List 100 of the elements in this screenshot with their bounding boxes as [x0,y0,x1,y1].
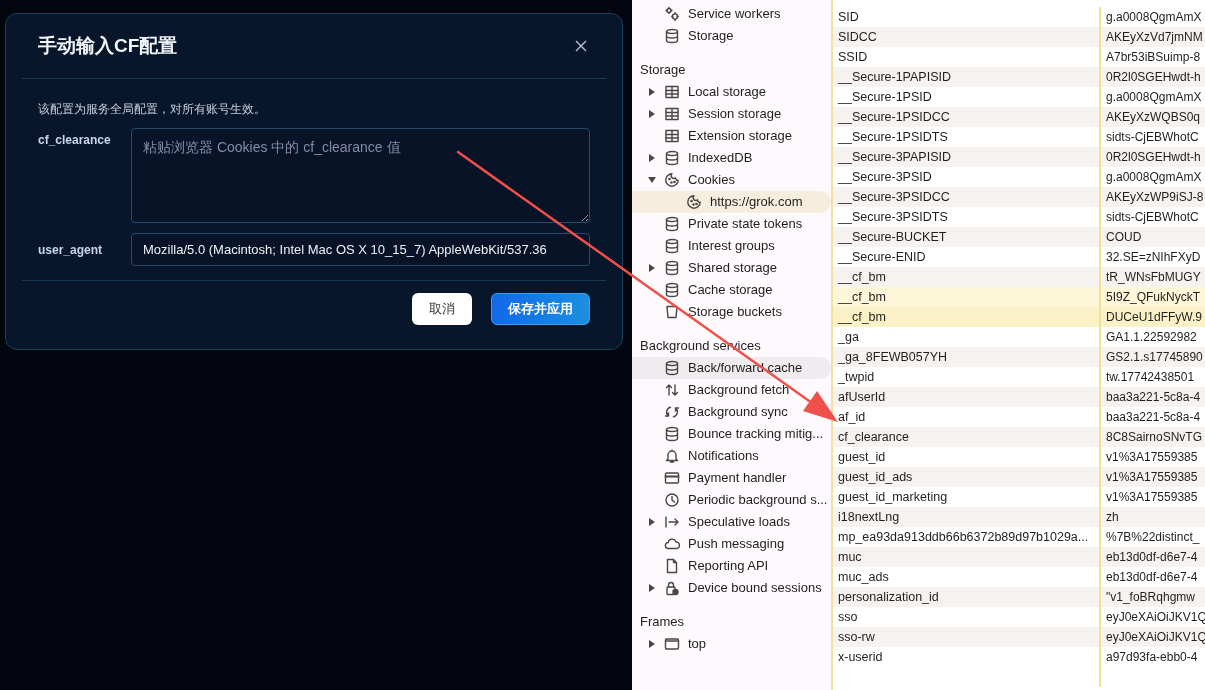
table-cell-text: v1%3A17559385 [1105,449,1198,466]
cookie-row[interactable]: __cf_bm tR_WNsFbMUGY [833,267,1205,287]
tree-item-label: Shared storage [688,259,777,278]
expand-arrow-icon[interactable] [649,640,655,648]
tree-item[interactable]: Interest groups [632,235,783,257]
database-icon [664,260,680,276]
expand-arrow-icon[interactable] [649,584,655,592]
table-icon [664,106,680,122]
cookie-row[interactable]: __cf_bm 5I9Z_QFukNyckT [833,287,1205,307]
tree-item[interactable]: Background sync [632,401,796,423]
tree-item[interactable]: Private state tokens [632,213,811,235]
cookie-row[interactable]: __Secure-3PSIDCC AKEyXzWP9iSJ-8 [833,187,1205,207]
tree-item[interactable]: Notifications [632,445,767,467]
table-cell-text: COUD [1105,229,1142,246]
table-icon [664,84,680,100]
cookie-row[interactable]: __Secure-3PAPISID 0R2l0SGEHwdt-h [833,147,1205,167]
table-cell-text: sidts-CjEBWhotC [1105,129,1199,146]
tree-item[interactable]: Service workers [632,3,789,25]
cookie-row[interactable]: muc eb13d0df-d6e7-4 [833,547,1205,567]
cookie-row[interactable]: SIDCC AKEyXzVd7jmNM [833,27,1205,47]
tree-item-label: Speculative loads [688,513,790,532]
tree-item[interactable]: Shared storage [632,257,785,279]
tree-item[interactable]: Background fetch [632,379,798,401]
table-cell-text: AKEyXzVd7jmNM [1105,29,1203,46]
database-icon [664,28,680,44]
cookie-row[interactable]: __Secure-BUCKET COUD [833,227,1205,247]
database-icon [664,282,680,298]
tree-item[interactable]: IndexedDB [632,147,761,169]
expand-arrow-icon[interactable] [649,264,655,272]
tree-item[interactable]: https://grok.com [632,191,831,213]
tree-item-label: Back/forward cache [688,359,803,378]
table-cell-text: g.a0008QgmAmX [1105,169,1202,186]
tree-item[interactable]: Session storage [632,103,790,125]
tree-item[interactable]: Periodic background s... [632,489,831,511]
tree-item-label: Reporting API [688,557,769,576]
tree-item-label: Notifications [688,447,759,466]
tree-item-label: Private state tokens [688,215,803,234]
user-agent-field[interactable]: Mozilla/5.0 (Macintosh; Intel Mac OS X 10_15_7) AppleWebKit/537.36 [131,233,590,266]
tree-item-label: Extension storage [688,127,793,146]
tree-item[interactable]: Storage buckets [632,301,790,323]
tree-item-label: Cookies [688,171,735,190]
tree-item-label: Push messaging [688,535,785,554]
table-cell-text: %7B%22distinct_ [1105,529,1200,546]
tree-item[interactable]: Push messaging [632,533,793,555]
table-cell-text: 8C8SairnoSNvTG [1105,429,1203,446]
tree-item-label: Storage buckets [688,303,782,322]
up-down-arrows-icon [664,382,680,398]
cookie-row[interactable]: guest_id_ads v1%3A17559385 [833,467,1205,487]
tree-item[interactable]: Cookies [632,169,743,191]
cookie-row[interactable]: __Secure-1PAPISID 0R2l0SGEHwdt-h [833,67,1205,87]
table-cell-text: tw.17742438501 [1105,369,1195,386]
database-icon [664,150,680,166]
tree-item-label: Interest groups [688,237,775,256]
table-cell-text: DUCeU1dFFyW.9 [1105,309,1203,326]
cookie-row[interactable]: _ga_8FEWB057YH GS2.1.s17745890 [833,347,1205,367]
tree-item[interactable]: Back/forward cache [632,357,831,379]
cf-clearance-field[interactable]: 粘贴浏览器 Cookies 中的 cf_clearance 值 [131,128,590,223]
table-cell-text: A7br53iBSuimp-8 [1105,49,1201,66]
bell-icon [664,448,680,464]
table-cell-text: zh [1105,509,1119,526]
tree-item[interactable]: Speculative loads [632,511,798,533]
cookie-row[interactable]: personalization_id "v1_foBRqhgmw [833,587,1205,607]
database-icon [664,360,680,376]
tree-item[interactable]: Payment handler [632,467,795,489]
expand-arrow-icon[interactable] [649,518,655,526]
expand-arrow-icon[interactable] [649,154,655,162]
tree-item[interactable]: Storage [632,25,742,47]
table-cell-text: 5I9Z_QFukNyckT [1105,289,1201,306]
table-cell-text: v1%3A17559385 [1105,489,1198,506]
tree-item-label: Background sync [688,403,788,422]
cookie-row[interactable]: afUserId baa3a221-5c8a-4 [833,387,1205,407]
expand-arrow-icon[interactable] [649,110,655,118]
cookie-row[interactable]: i18nextLng zh [833,507,1205,527]
cancel-button[interactable]: 取消 [412,293,472,325]
table-cell-text: eb13d0df-d6e7-4 [1105,549,1198,566]
tree-item[interactable]: top [632,633,715,655]
tree-item[interactable]: Extension storage [632,125,801,147]
cookie-row[interactable]: __Secure-1PSIDCC AKEyXzWQBS0q [833,107,1205,127]
lock-icon [664,580,680,596]
tree-item[interactable]: Device bound sessions [632,577,830,599]
gears-icon [664,6,680,22]
database-icon [664,426,680,442]
table-cell-text: sidts-CjEBWhotC [1105,209,1199,226]
tree-item[interactable]: Cache storage [632,279,781,301]
save-button[interactable]: 保存并应用 [491,293,590,325]
expand-arrow-icon[interactable] [649,88,655,96]
tree-item-label: https://grok.com [710,193,803,212]
collapse-arrow-icon[interactable] [648,177,656,183]
tree-item[interactable]: Bounce tracking mitig... [632,423,831,445]
tree-item[interactable]: Local storage [632,81,775,103]
table-cell-text: AKEyXzWP9iSJ-8 [1105,189,1204,206]
tree-item-label: Storage [688,27,734,46]
tree-item-label: Session storage [688,105,782,124]
cookie-row[interactable]: cf_clearance 8C8SairnoSNvTG [833,427,1205,447]
tree-item[interactable]: Reporting API [632,555,777,577]
field-label: user_agent [38,241,104,259]
table-cell-text: GA1.1.22592982 [1105,329,1197,346]
cloud-icon [664,536,680,552]
cookie-row[interactable]: __cf_bm DUCeU1dFFyW.9 [833,307,1205,327]
table-cell-text: a97d93fa-ebb0-4 [1105,649,1198,666]
